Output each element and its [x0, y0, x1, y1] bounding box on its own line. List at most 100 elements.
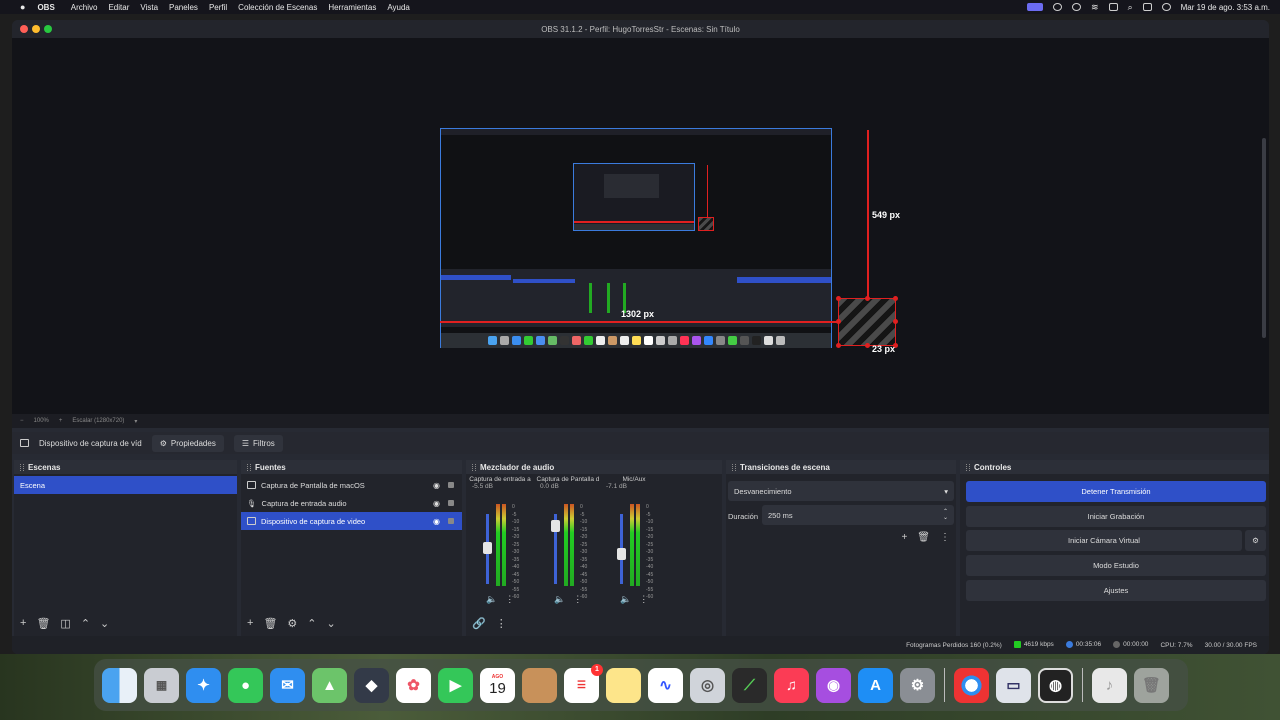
speaker-icon[interactable]: 🔈	[554, 594, 565, 605]
wifi-icon[interactable]: ≋	[1091, 2, 1099, 13]
reminders-icon[interactable]: ☰ 1	[564, 663, 603, 703]
calendar-icon[interactable]: AGO 19	[480, 667, 515, 703]
music-icon[interactable]: ♫	[774, 667, 809, 703]
zoom-window-button[interactable]	[44, 25, 52, 33]
finder-icon[interactable]	[102, 667, 137, 703]
more-icon[interactable]: ⋮	[505, 594, 514, 605]
more-icon[interactable]: ⋮	[496, 617, 507, 630]
video-capture-bounding-box[interactable]	[836, 296, 898, 348]
add-icon[interactable]: +	[901, 532, 907, 543]
move-up-icon[interactable]: ⌃	[81, 617, 90, 630]
close-window-button[interactable]	[20, 25, 28, 33]
davinci-icon[interactable]: ◆	[354, 667, 389, 703]
search-icon[interactable]: ⌕	[1128, 2, 1133, 13]
studio-mode-button[interactable]: Modo Estudio	[966, 555, 1266, 576]
chevron-down-icon[interactable]: ▾	[134, 418, 137, 425]
volume-slider-knob[interactable]	[483, 541, 492, 554]
spinner-arrows-icon[interactable]: ⌃ ⌄	[943, 509, 948, 521]
transition-select[interactable]: Desvanecimiento ▾	[728, 481, 954, 501]
trash-icon[interactable]: 🗑	[263, 617, 277, 630]
source-item-screen[interactable]: Captura de Pantalla de macOS ◉	[241, 476, 462, 494]
safari-icon[interactable]: ✦	[186, 667, 221, 703]
menu-archivo[interactable]: Archivo	[71, 3, 98, 12]
trash-icon[interactable]: 🗑	[36, 617, 50, 630]
screen-share-icon[interactable]	[1027, 3, 1044, 11]
menu-app-name[interactable]: OBS	[37, 3, 54, 12]
control-center-icon[interactable]	[1108, 3, 1118, 11]
add-icon[interactable]: +	[20, 617, 26, 630]
notes-icon[interactable]	[606, 667, 641, 703]
facetime-icon[interactable]: ▶	[438, 667, 473, 703]
freeform-icon[interactable]: ∿	[648, 667, 683, 703]
battery-icon[interactable]	[1142, 3, 1152, 11]
gear-icon[interactable]: ⚙	[287, 617, 297, 630]
photos-icon[interactable]: ✿	[396, 667, 431, 703]
move-down-icon[interactable]: ⌄	[100, 617, 109, 630]
preview-vertical-scrollbar[interactable]	[1262, 138, 1266, 338]
scene-filters-icon[interactable]: ◫	[60, 617, 70, 630]
zoom-out-button[interactable]: −	[20, 418, 24, 424]
lock-icon[interactable]	[448, 518, 454, 524]
play-status-icon[interactable]	[1072, 3, 1082, 11]
siri-icon[interactable]	[1161, 3, 1171, 11]
scene-item[interactable]: Escena	[14, 476, 237, 494]
volume-slider-knob[interactable]	[551, 520, 560, 533]
lock-icon[interactable]	[448, 500, 454, 506]
more-icon[interactable]: ⋮	[940, 532, 950, 543]
scale-mode[interactable]: Escalar (1280x720)	[72, 418, 124, 424]
menubar-clock[interactable]: Mar 19 de ago. 3:53 a.m.	[1181, 3, 1270, 12]
obs-icon[interactable]: ◍	[1038, 667, 1073, 703]
chrome-icon[interactable]	[954, 667, 989, 703]
eye-icon[interactable]: ◉	[433, 481, 440, 490]
xcode-icon[interactable]: ⟋	[732, 667, 767, 703]
zoom-in-button[interactable]: +	[59, 418, 63, 424]
menu-coleccion-escenas[interactable]: Colección de Escenas	[238, 3, 317, 12]
move-up-icon[interactable]: ⌃	[307, 617, 316, 630]
podcasts-icon[interactable]: ◉	[816, 667, 851, 703]
more-icon[interactable]: ⋮	[639, 594, 648, 605]
eye-icon[interactable]: ◉	[433, 517, 440, 526]
speaker-icon[interactable]: 🔈	[486, 594, 497, 605]
messages-icon[interactable]: ●	[228, 667, 263, 703]
start-recording-button[interactable]: Iniciar Grabación	[966, 506, 1266, 527]
downloads-icon[interactable]: ♪	[1092, 667, 1127, 703]
bluetooth-icon[interactable]	[1053, 3, 1063, 11]
speaker-icon[interactable]: 🔈	[620, 594, 631, 605]
virtualbuddy-icon[interactable]: ▭	[996, 667, 1031, 703]
trash-icon[interactable]: 🗑	[917, 532, 930, 543]
link-icon[interactable]: 🔗	[472, 617, 486, 630]
add-icon[interactable]: +	[247, 617, 253, 630]
settings-icon[interactable]: ⚙	[900, 667, 935, 703]
start-virtualcam-button[interactable]: Iniciar Cámara Virtual	[966, 530, 1242, 551]
trash-icon[interactable]: 🗑	[1134, 667, 1169, 703]
volume-slider-knob[interactable]	[617, 548, 626, 561]
menu-perfil[interactable]: Perfil	[209, 3, 227, 12]
lock-icon[interactable]	[448, 482, 454, 488]
apple-icon[interactable]: ●	[20, 2, 25, 12]
preview-canvas[interactable]: 1302 px 549 px 23 px	[12, 38, 1269, 422]
menu-herramientas[interactable]: Herramientas	[328, 3, 376, 12]
menu-ayuda[interactable]: Ayuda	[387, 3, 410, 12]
duration-spinbox[interactable]: 250 ms ⌃ ⌄	[762, 505, 954, 525]
screen-capture-source[interactable]: 1302 px	[440, 128, 833, 348]
menu-vista[interactable]: Vista	[140, 3, 158, 12]
minimize-window-button[interactable]	[32, 25, 40, 33]
maps-icon[interactable]: ▲	[312, 667, 347, 703]
preview-icon[interactable]: ◎	[690, 667, 725, 703]
launchpad-icon[interactable]: ▦	[144, 667, 179, 703]
stop-stream-button[interactable]: Detener Transmisión	[966, 481, 1266, 502]
move-down-icon[interactable]: ⌄	[327, 617, 336, 630]
menu-editar[interactable]: Editar	[108, 3, 129, 12]
source-item-audio[interactable]: 🎙 Captura de entrada audio ◉	[241, 494, 462, 512]
mail-icon[interactable]: ✉	[270, 667, 305, 703]
contacts-icon[interactable]	[522, 667, 557, 703]
properties-button[interactable]: ⚙ Propiedades	[151, 434, 224, 452]
eye-icon[interactable]: ◉	[433, 499, 440, 508]
filters-button[interactable]: ☰ Filtros	[233, 434, 283, 452]
virtualcam-settings-button[interactable]: ⚙	[1245, 530, 1266, 551]
appstore-icon[interactable]: A	[858, 667, 893, 703]
more-icon[interactable]: ⋮	[573, 594, 582, 605]
menu-paneles[interactable]: Paneles	[169, 3, 198, 12]
source-item-video[interactable]: Dispositivo de captura de video ◉	[241, 512, 462, 530]
settings-button[interactable]: Ajustes	[966, 580, 1266, 601]
